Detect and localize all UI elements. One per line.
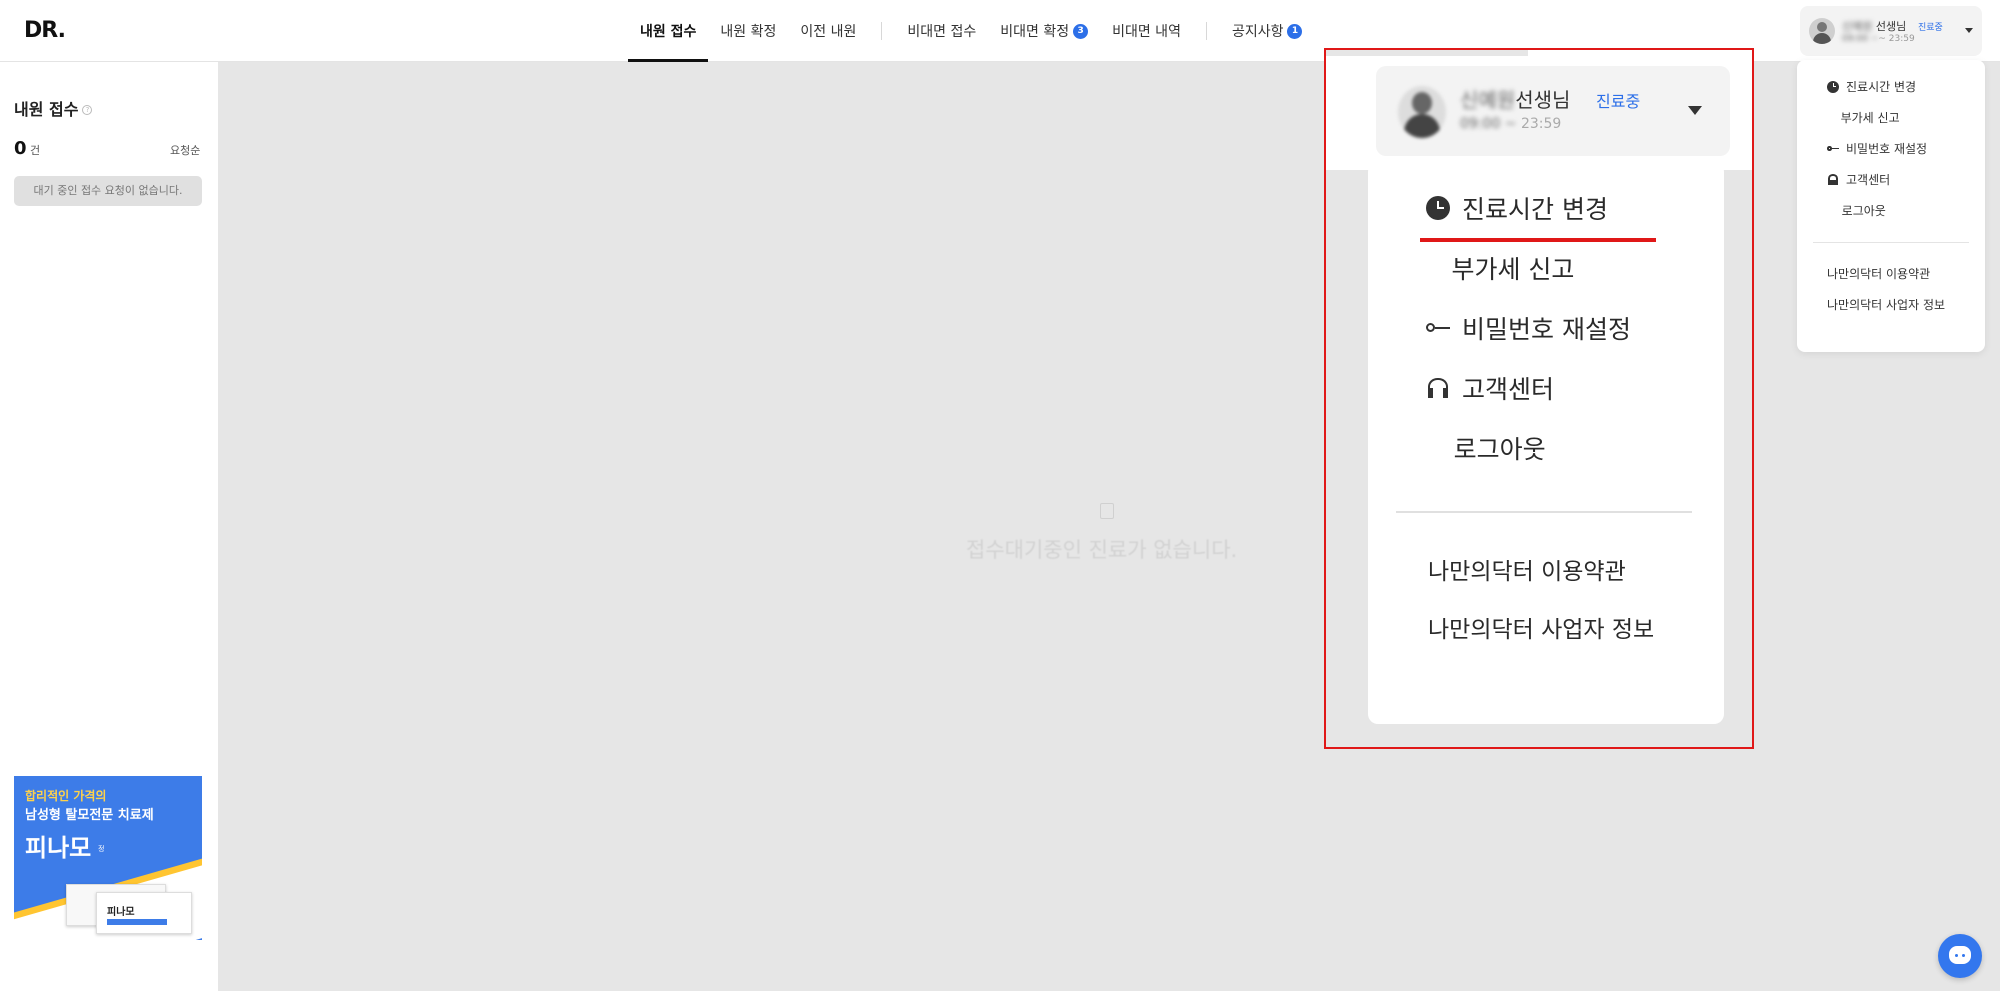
main-nav: 내원 접수 내원 확정 이전 내원 비대면 접수 비대면 확정 3 비대면 내역 … — [628, 0, 1314, 62]
menu-item-reset-password[interactable]: 비밀번호 재설정 — [1426, 310, 1631, 346]
key-icon — [1426, 316, 1450, 340]
empty-requests-notice: 대기 중인 접수 요청이 없습니다. — [14, 176, 202, 206]
status-badge: 진료중 — [1918, 23, 1943, 33]
user-name: 신예원선생님 — [1460, 88, 1571, 112]
hours-text: 09:00 ~~ 23:59 — [1842, 34, 1915, 44]
menu-item-customer-center[interactable]: 고객센터 — [1827, 171, 1890, 188]
ad-product-name: 피나모 — [25, 834, 92, 862]
headset-icon — [1827, 174, 1839, 186]
tab-visit-confirmed[interactable]: 내원 확정 — [708, 0, 788, 62]
info-icon[interactable]: ? — [82, 105, 93, 115]
menu-item-vat-report[interactable]: 부가세 신고 — [1827, 109, 1900, 126]
tab-previous-visits[interactable]: 이전 내원 — [788, 0, 868, 62]
menu-divider — [1396, 511, 1692, 513]
menu-item-change-hours[interactable]: 진료시간 변경 — [1426, 190, 1608, 226]
zoomed-user-chip[interactable]: 신예원선생님 진료중 09:00 ~ 23:59 — [1376, 66, 1730, 156]
nav-divider — [1205, 22, 1207, 40]
avatar — [1398, 86, 1446, 138]
menu-divider — [1813, 242, 1969, 243]
chevron-down-icon[interactable] — [1688, 106, 1702, 115]
status-badge: 진료중 — [1596, 92, 1641, 111]
nav-divider — [881, 22, 883, 40]
avatar — [1809, 18, 1835, 44]
tab-notices[interactable]: 공지사항 1 — [1220, 0, 1315, 62]
menu-item-vat-report[interactable]: 부가세 신고 — [1426, 250, 1574, 286]
tab-label: 내원 확정 — [720, 24, 777, 40]
count-unit: 건 — [30, 144, 41, 157]
business-info-link[interactable]: 나만의닥터 사업자 정보 — [1428, 612, 1688, 648]
user-name: 신예원 선생님 — [1842, 20, 1907, 33]
ad-subtitle: 남성형 탈모전문 치료제 — [25, 808, 154, 823]
tab-label: 비대면 접수 — [907, 24, 977, 40]
business-info-link[interactable]: 나만의닥터 사업자 정보 — [1827, 297, 1957, 314]
menu-item-logout[interactable]: 로그아웃 — [1426, 430, 1546, 466]
tab-label: 이전 내원 — [800, 24, 857, 40]
ad-banner[interactable]: 합리적인 가격의 남성형 탈모전문 치료제 피나모 정 피나모 — [14, 776, 202, 940]
user-dropdown-menu: 진료시간 변경 부가세 신고 비밀번호 재설정 고객센터 로그아웃 나만의닥터 … — [1797, 60, 1985, 352]
ad-tagline: 합리적인 가격의 — [25, 789, 107, 803]
reception-sidebar: 내원 접수? 0 건 요청순 대기 중인 접수 요청이 없습니다. 합리적인 가… — [0, 62, 218, 991]
product-box-image: 피나모 — [96, 892, 192, 934]
key-icon — [1827, 143, 1839, 155]
app-logo[interactable]: DR. — [24, 18, 66, 43]
tab-visit-reception[interactable]: 내원 접수 — [628, 0, 709, 62]
headset-icon — [1426, 376, 1450, 400]
highlight-underline — [1420, 238, 1656, 242]
hours-text: 09:00 ~ 23:59 — [1460, 116, 1562, 132]
count-badge: 1 — [1287, 23, 1303, 39]
highlight-zoom-box: 신예원선생님 진료중 09:00 ~ 23:59 진료시간 변경 부가세 신고 … — [1324, 48, 1754, 749]
tab-label: 공지사항 — [1231, 24, 1284, 40]
tab-label: 비대면 확정 — [1000, 24, 1070, 40]
tab-remote-reception[interactable]: 비대면 접수 — [895, 0, 988, 62]
empty-state-icon — [1100, 503, 1114, 519]
clock-icon — [1426, 196, 1450, 220]
chat-support-button[interactable] — [1938, 934, 1982, 978]
ad-product-suffix: 정 — [98, 845, 105, 853]
user-profile-chip[interactable]: 신예원 선생님 진료중 09:00 ~~ 23:59 — [1800, 6, 1982, 56]
menu-item-change-hours[interactable]: 진료시간 변경 — [1827, 78, 1916, 95]
empty-state-text: 접수대기중인 진료가 없습니다. — [966, 538, 1238, 562]
chevron-down-icon[interactable] — [1965, 28, 1973, 33]
tab-remote-confirmed[interactable]: 비대면 확정 3 — [988, 0, 1100, 62]
zoomed-dropdown-menu: 진료시간 변경 부가세 신고 비밀번호 재설정 고객센터 로그아웃 나만의닥터 … — [1368, 162, 1724, 724]
tab-label: 비대면 내역 — [1112, 24, 1181, 40]
terms-link[interactable]: 나만의닥터 이용약관 — [1428, 554, 1688, 590]
request-count: 0 — [14, 138, 27, 159]
sort-toggle[interactable]: 요청순 — [170, 142, 200, 158]
terms-link[interactable]: 나만의닥터 이용약관 — [1827, 266, 1957, 283]
menu-item-reset-password[interactable]: 비밀번호 재설정 — [1827, 140, 1927, 157]
sidebar-title: 내원 접수? — [14, 96, 93, 120]
menu-item-customer-center[interactable]: 고객센터 — [1426, 370, 1554, 406]
header-gap — [1326, 50, 1528, 56]
count-badge: 3 — [1073, 23, 1089, 39]
tab-remote-history[interactable]: 비대면 내역 — [1100, 0, 1193, 62]
menu-item-logout[interactable]: 로그아웃 — [1827, 202, 1886, 219]
tab-label: 내원 접수 — [640, 24, 697, 40]
clock-icon — [1827, 80, 1839, 93]
